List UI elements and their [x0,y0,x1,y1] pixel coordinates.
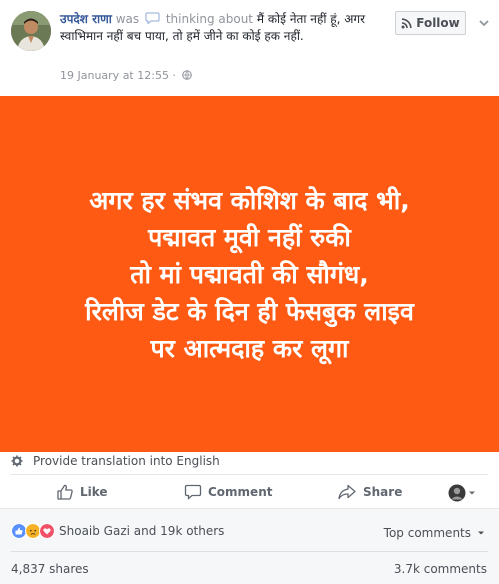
comment-label: Comment [208,485,273,499]
image-line-3: तो मां पद्मावती की सौगंध, [130,259,369,289]
post-image[interactable]: अगर हर संभव कोशिश के बाद भी, पद्मावत मूव… [0,96,499,452]
divider [11,551,488,552]
timestamp-text[interactable]: 19 January at 12:55 [60,69,169,82]
share-icon [338,484,356,500]
post-options-chevron-icon[interactable] [476,15,492,31]
image-caption: अगर हर संभव कोशिश के बाद भी, पद्मावत मूव… [85,182,414,367]
avatar-photo [11,11,51,51]
globe-icon[interactable] [182,70,193,80]
image-line-1: अगर हर संभव कोशिश के बाद भी, [89,185,410,215]
post-text: उपदेश राणा was thinking about मैं कोई ने… [60,11,380,45]
speech-bubble-icon [145,12,160,24]
author-name[interactable]: उपदेश राणा [60,12,112,26]
reactors-text: Shoaib Gazi and 19k others [59,524,225,538]
provide-translation-link[interactable]: Provide translation into English [11,454,220,468]
follow-label: Follow [416,16,460,30]
share-button[interactable]: Share [337,476,402,508]
image-line-5: पर आत्मदाह कर लूगा [150,333,349,363]
shares-count[interactable]: 4,837 shares [11,562,89,576]
activity-text: thinking about [165,12,254,26]
post-footer: Shoaib Gazi and 19k others Top comments … [0,508,499,584]
image-line-4: रिलीज डेट के दिन ही फेसबुक लाइव [85,296,414,326]
profile-selector[interactable] [448,484,478,502]
love-reaction-icon [39,523,55,539]
share-label: Share [363,485,403,499]
follow-button[interactable]: Follow [395,11,466,35]
comment-button[interactable]: Comment [184,476,272,508]
comment-icon [184,484,202,500]
top-comments-dropdown[interactable]: Top comments [384,526,486,540]
timestamp-separator: · [172,69,176,82]
translate-label: Provide translation into English [33,454,220,468]
top-comments-label: Top comments [383,526,471,540]
post-timestamp: 19 January at 12:55 · [60,69,193,82]
post-header: उपदेश राणा was thinking about मैं कोई ने… [0,0,499,96]
divider [11,474,488,475]
chevron-down-icon [478,531,484,535]
like-icon [57,484,73,500]
like-label: Like [80,485,108,499]
rss-icon [401,17,412,28]
chevron-down-icon [469,491,475,495]
post-actions: Like Comment Share [0,476,499,508]
comments-count[interactable]: 3.7k comments [394,562,487,576]
profile-thumb-icon [448,484,466,502]
image-line-2: पद्मावत मूवी नहीं रुकी [148,222,351,252]
like-button[interactable]: Like [56,476,108,508]
was-text: was [115,12,140,26]
author-avatar[interactable] [11,11,51,51]
gear-icon [11,455,23,467]
reactions-summary[interactable]: Shoaib Gazi and 19k others [11,523,224,539]
